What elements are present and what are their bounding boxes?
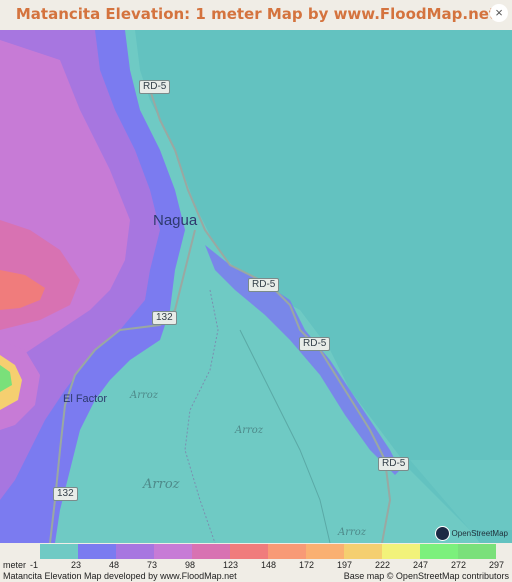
- legend-value: 297: [489, 560, 505, 570]
- road-shield-132: 132: [53, 487, 78, 501]
- legend-value: 272: [451, 560, 467, 570]
- legend-value: 172: [299, 560, 315, 570]
- legend-swatch: [78, 544, 116, 559]
- place-el-factor: El Factor: [63, 393, 108, 405]
- osm-badge-label: OpenStreetMap: [451, 529, 508, 538]
- legend-value: 98: [185, 560, 196, 570]
- footer-basemap-credit: Base map © OpenStreetMap contributors: [343, 571, 509, 581]
- place-nagua: Nagua: [153, 212, 198, 229]
- road-shield-rd5: RD-5: [378, 457, 410, 471]
- legend-color-bar: [40, 544, 496, 559]
- legend-swatch: [230, 544, 268, 559]
- legend-value: 247: [413, 560, 429, 570]
- area-label-arroz: Arroz: [130, 390, 159, 401]
- osm-badge[interactable]: OpenStreetMap: [434, 526, 508, 541]
- legend-swatch: [420, 544, 458, 559]
- legend-value: 23: [71, 560, 82, 570]
- page-title: Matancita Elevation: 1 meter Map by www.…: [15, 5, 497, 51]
- legend-value: 222: [375, 560, 391, 570]
- legend-value: 148: [261, 560, 277, 570]
- area-label-arroz: Arroz: [143, 477, 180, 492]
- legend-swatch: [116, 544, 154, 559]
- legend-value: 73: [147, 560, 158, 570]
- close-icon[interactable]: ×: [490, 4, 508, 22]
- legend-value: 48: [109, 560, 120, 570]
- legend-value: 123: [223, 560, 239, 570]
- legend-swatch: [268, 544, 306, 559]
- elevation-map[interactable]: Nagua El Factor Arroz Arroz Arroz Arroz …: [0, 30, 512, 543]
- legend-swatch: [458, 544, 496, 559]
- road-shield-132: 132: [152, 311, 177, 325]
- legend-value: -1: [30, 560, 39, 570]
- road-shield-rd5: RD-5: [139, 80, 171, 94]
- legend-value: 197: [337, 560, 353, 570]
- legend-swatch: [154, 544, 192, 559]
- footer: Matancita Elevation Map developed by www…: [0, 571, 512, 582]
- legend-swatch: [40, 544, 78, 559]
- footer-credit: Matancita Elevation Map developed by www…: [3, 571, 237, 581]
- legend-swatch: [192, 544, 230, 559]
- area-label-arroz: Arroz: [235, 425, 264, 436]
- legend-swatch: [382, 544, 420, 559]
- road-shield-rd5: RD-5: [299, 337, 331, 351]
- legend-swatch: [344, 544, 382, 559]
- legend-swatch: [306, 544, 344, 559]
- osm-magnifier-icon: [434, 526, 450, 541]
- area-label-arroz: Arroz: [338, 527, 367, 538]
- legend-labels: -1 23 48 73 98 123 148 172 197 222 247 272 297: [0, 560, 512, 571]
- road-shield-rd5: RD-5: [248, 278, 280, 292]
